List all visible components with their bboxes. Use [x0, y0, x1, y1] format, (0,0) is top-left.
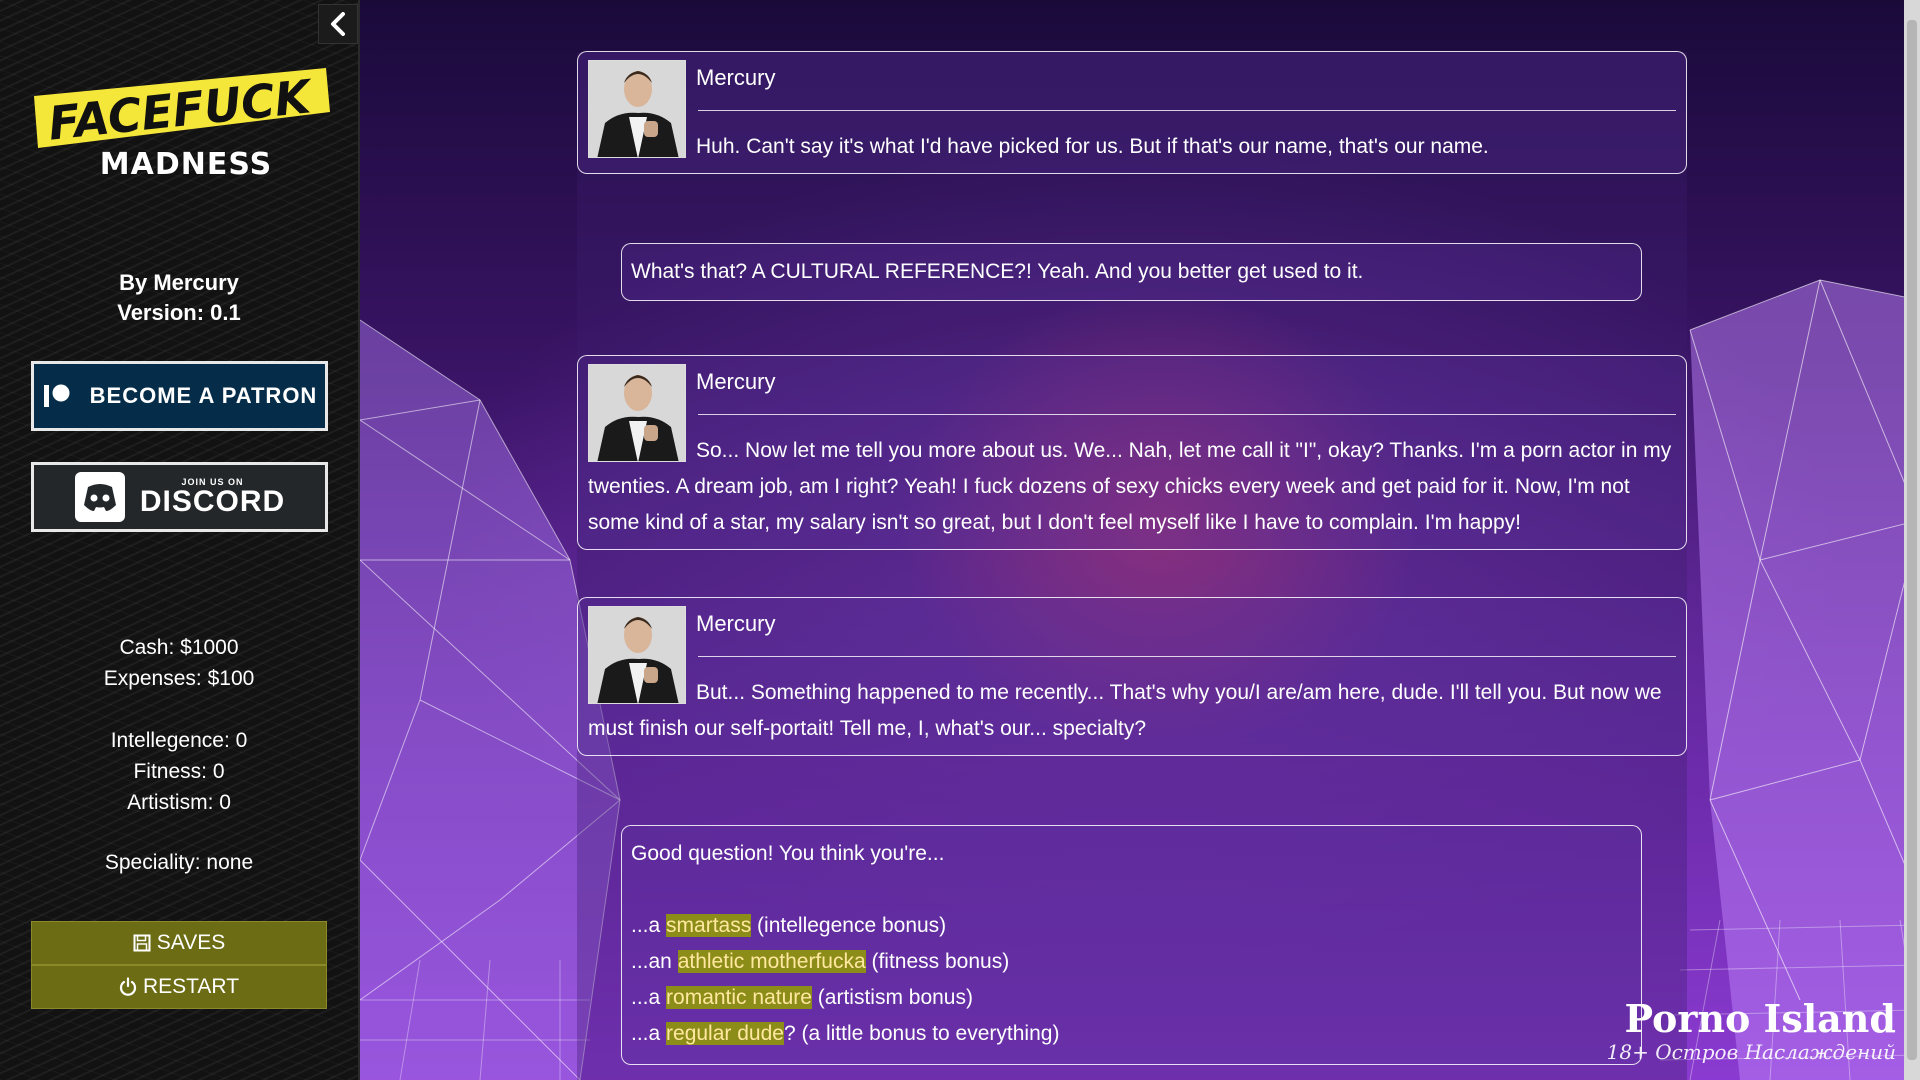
scrollbar-thumb[interactable]: [1907, 20, 1917, 1060]
restart-button[interactable]: RESTART: [31, 965, 327, 1009]
chevron-left-icon: [331, 12, 345, 36]
speciality-stat: Speciality: none: [104, 851, 254, 874]
character-message: Mercury But... Something happened to me …: [577, 597, 1687, 756]
discord-label: DISCORD: [139, 485, 286, 518]
narration-message: What's that? A CULTURAL REFERENCE?! Yeah…: [621, 243, 1642, 301]
speaker-name: Mercury: [696, 611, 776, 636]
choice-smartass-link[interactable]: smartass: [666, 914, 752, 937]
watermark-title: Porno Island: [1624, 996, 1896, 1041]
speaker-divider: [698, 656, 1676, 657]
discord-icon: [74, 472, 125, 522]
watermark: Porno Island 18+ Остров Наслаждений: [1606, 996, 1896, 1065]
speaker-divider: [698, 110, 1676, 111]
version-text: Version: 0.1: [117, 300, 241, 325]
author-text: By Mercury: [119, 270, 239, 295]
collapse-sidebar-button[interactable]: [318, 4, 358, 44]
restart-label: RESTART: [142, 975, 240, 998]
choice-line: ...a regular dude? (a little bonus to ev…: [631, 1022, 1060, 1045]
question-text: Good question! You think you're...: [631, 842, 945, 865]
become-patron-button[interactable]: BECOME A PATRON: [31, 361, 328, 431]
avatar: [588, 60, 686, 158]
patron-label: BECOME A PATRON: [89, 383, 318, 408]
avatar-portrait: [589, 61, 685, 157]
sidebar: FACEFUCK MADNESS By Mercury Version: 0.1…: [0, 0, 360, 1080]
choice-regular-link[interactable]: regular dude: [666, 1022, 784, 1045]
story-area: Mercury Huh. Can't say it's what I'd hav…: [360, 0, 1920, 1080]
fitness-stat: Fitness: 0: [133, 760, 225, 783]
avatar-portrait: [589, 365, 685, 461]
speaker-name: Mercury: [696, 65, 776, 90]
artistism-stat: Artistism: 0: [127, 791, 231, 814]
choice-athletic-link[interactable]: athletic motherfucka: [677, 950, 866, 973]
floppy-icon: [133, 934, 151, 952]
message-text: So... Now let me tell you more about us.…: [588, 439, 1672, 534]
intellegence-stat: Intellegence: 0: [110, 729, 248, 752]
skill-stats: Intellegence: 0 Fitness: 0 Artistism: 0: [0, 725, 358, 818]
saves-button[interactable]: SAVES: [31, 921, 327, 965]
choice-line: ...an athletic motherfucka (fitness bonu…: [631, 950, 1010, 973]
speaker-divider: [698, 414, 1676, 415]
author-info: By Mercury Version: 0.1: [0, 268, 358, 328]
money-stats: Cash: $1000 Expenses: $100: [0, 632, 358, 694]
choice-romantic-link[interactable]: romantic nature: [666, 986, 812, 1009]
scrollbar[interactable]: [1904, 0, 1920, 1080]
message-text: Huh. Can't say it's what I'd have picked…: [696, 135, 1489, 158]
cash-stat: Cash: $1000: [119, 636, 239, 659]
svg-text:MADNESS: MADNESS: [100, 147, 272, 182]
svg-text:FACEFUCK: FACEFUCK: [46, 69, 317, 151]
speaker-name: Mercury: [696, 369, 776, 394]
message-text: What's that? A CULTURAL REFERENCE?! Yeah…: [631, 260, 1364, 283]
game-logo: FACEFUCK MADNESS: [34, 68, 330, 183]
avatar: [588, 606, 686, 704]
discord-button[interactable]: JOIN US ON DISCORD: [31, 462, 328, 532]
watermark-subtitle: 18+ Остров Наслаждений: [1606, 1040, 1896, 1064]
patreon-icon: [43, 384, 70, 407]
choice-message: Good question! You think you're... ...a …: [621, 825, 1642, 1065]
power-icon: [119, 977, 137, 996]
message-text: But... Something happened to me recently…: [588, 681, 1662, 740]
character-message: Mercury So... Now let me tell you more a…: [577, 355, 1687, 550]
saves-label: SAVES: [156, 931, 226, 954]
avatar: [588, 364, 686, 462]
character-message: Mercury Huh. Can't say it's what I'd hav…: [577, 51, 1687, 174]
speciality-stat-wrap: Speciality: none: [0, 847, 358, 878]
expenses-stat: Expenses: $100: [103, 667, 255, 690]
choice-line: ...a romantic nature (artistism bonus): [631, 986, 973, 1009]
choice-line: ...a smartass (intellegence bonus): [631, 914, 947, 937]
avatar-portrait: [589, 607, 685, 703]
